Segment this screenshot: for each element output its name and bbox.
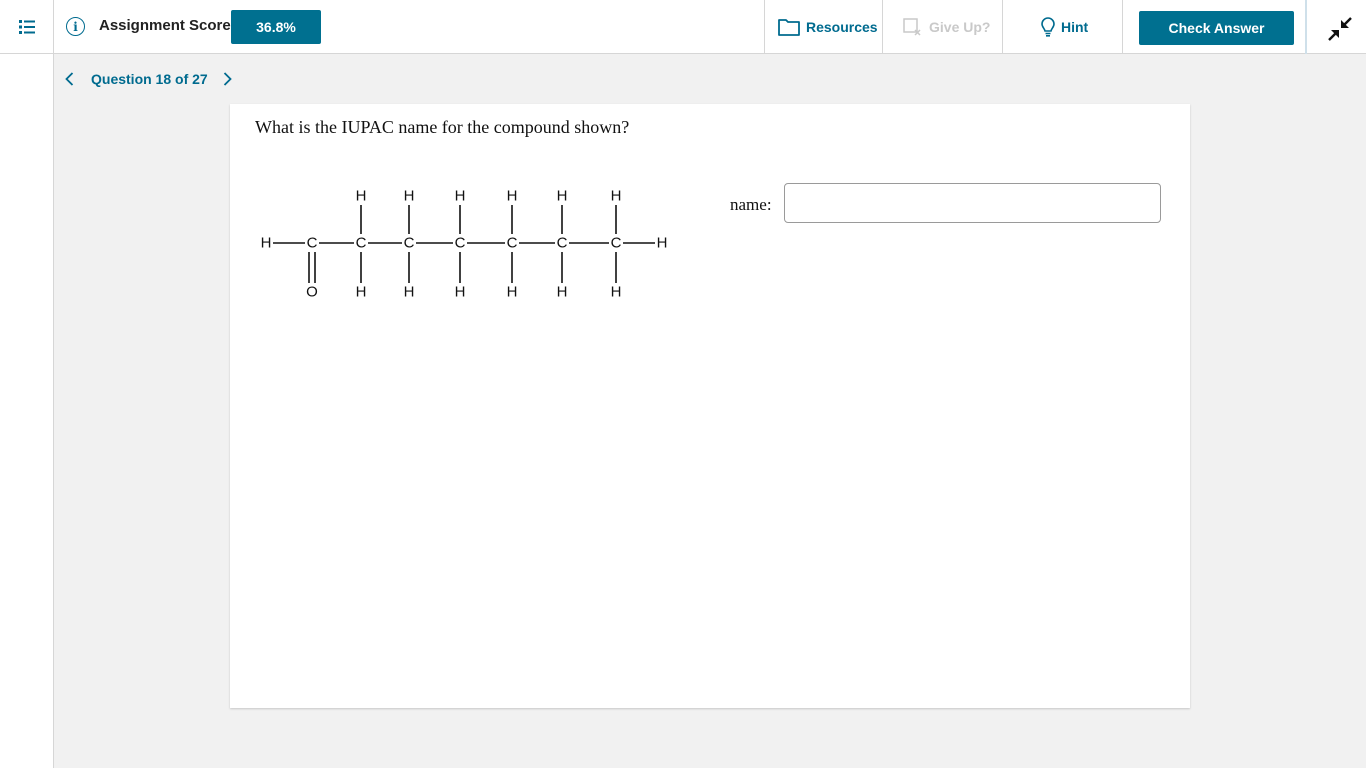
assignment-score-badge: 36.8% — [231, 10, 321, 44]
bottom-substituent-atom: H — [507, 284, 518, 301]
top-substituent-atom: H — [455, 188, 466, 205]
header-divider — [1305, 0, 1307, 54]
left-rail — [0, 54, 54, 768]
backbone-atom: C — [557, 235, 568, 252]
next-question-button[interactable] — [219, 68, 237, 90]
check-answer-button[interactable]: Check Answer — [1139, 11, 1294, 45]
backbone-atom: C — [307, 235, 318, 252]
resources-label: Resources — [806, 19, 878, 35]
bottom-substituent-atom: H — [557, 284, 568, 301]
backbone-atom: C — [611, 235, 622, 252]
question-counter[interactable]: Question 18 of 27 — [91, 71, 208, 87]
hint-button[interactable]: Hint — [1003, 0, 1123, 54]
list-icon — [18, 20, 35, 34]
bottom-substituent-atom: O — [306, 284, 318, 301]
top-substituent-atom: H — [611, 188, 622, 205]
backbone-atom: C — [404, 235, 415, 252]
give-up-icon — [903, 18, 923, 36]
give-up-button: Give Up? — [883, 0, 1003, 54]
answer-label: name: — [730, 195, 772, 214]
molecule-structure: H C C C C C C C H O H H H H H H H H H H H H — [261, 188, 668, 301]
answer-input[interactable] — [784, 183, 1161, 223]
top-substituent-atom: H — [356, 188, 367, 205]
backbone-atom: H — [261, 235, 272, 252]
top-bar: i Assignment Score: 36.8% Resources Give… — [0, 0, 1366, 54]
question-navigation: Question 18 of 27 — [60, 68, 237, 90]
top-substituent-atom: H — [507, 188, 518, 205]
hint-label: Hint — [1061, 19, 1089, 35]
bottom-substituent-atom: H — [611, 284, 622, 301]
top-substituent-atom: H — [557, 188, 568, 205]
backbone-atom: C — [455, 235, 466, 252]
top-substituent-atom: H — [404, 188, 415, 205]
menu-button[interactable] — [0, 0, 54, 54]
give-up-label: Give Up? — [929, 19, 991, 35]
bottom-substituent-atom: H — [404, 284, 415, 301]
assignment-score-label: Assignment Score: — [99, 17, 236, 34]
chevron-left-icon — [64, 72, 73, 86]
backbone-atom: C — [507, 235, 518, 252]
resources-button[interactable]: Resources — [764, 0, 883, 54]
lightbulb-icon — [1041, 17, 1055, 37]
backbone-atom: C — [356, 235, 367, 252]
question-prompt: What is the IUPAC name for the compound … — [255, 117, 630, 137]
backbone-atom: H — [657, 235, 668, 252]
collapse-button[interactable] — [1322, 14, 1358, 44]
folder-icon — [778, 18, 800, 36]
info-icon[interactable]: i — [66, 17, 85, 36]
previous-question-button[interactable] — [60, 68, 78, 90]
bottom-substituent-atom: H — [356, 284, 367, 301]
chevron-right-icon — [224, 72, 232, 86]
question-card: What is the IUPAC name for the compound … — [230, 104, 1190, 708]
collapse-icon — [1328, 17, 1352, 41]
bottom-substituent-atom: H — [455, 284, 466, 301]
